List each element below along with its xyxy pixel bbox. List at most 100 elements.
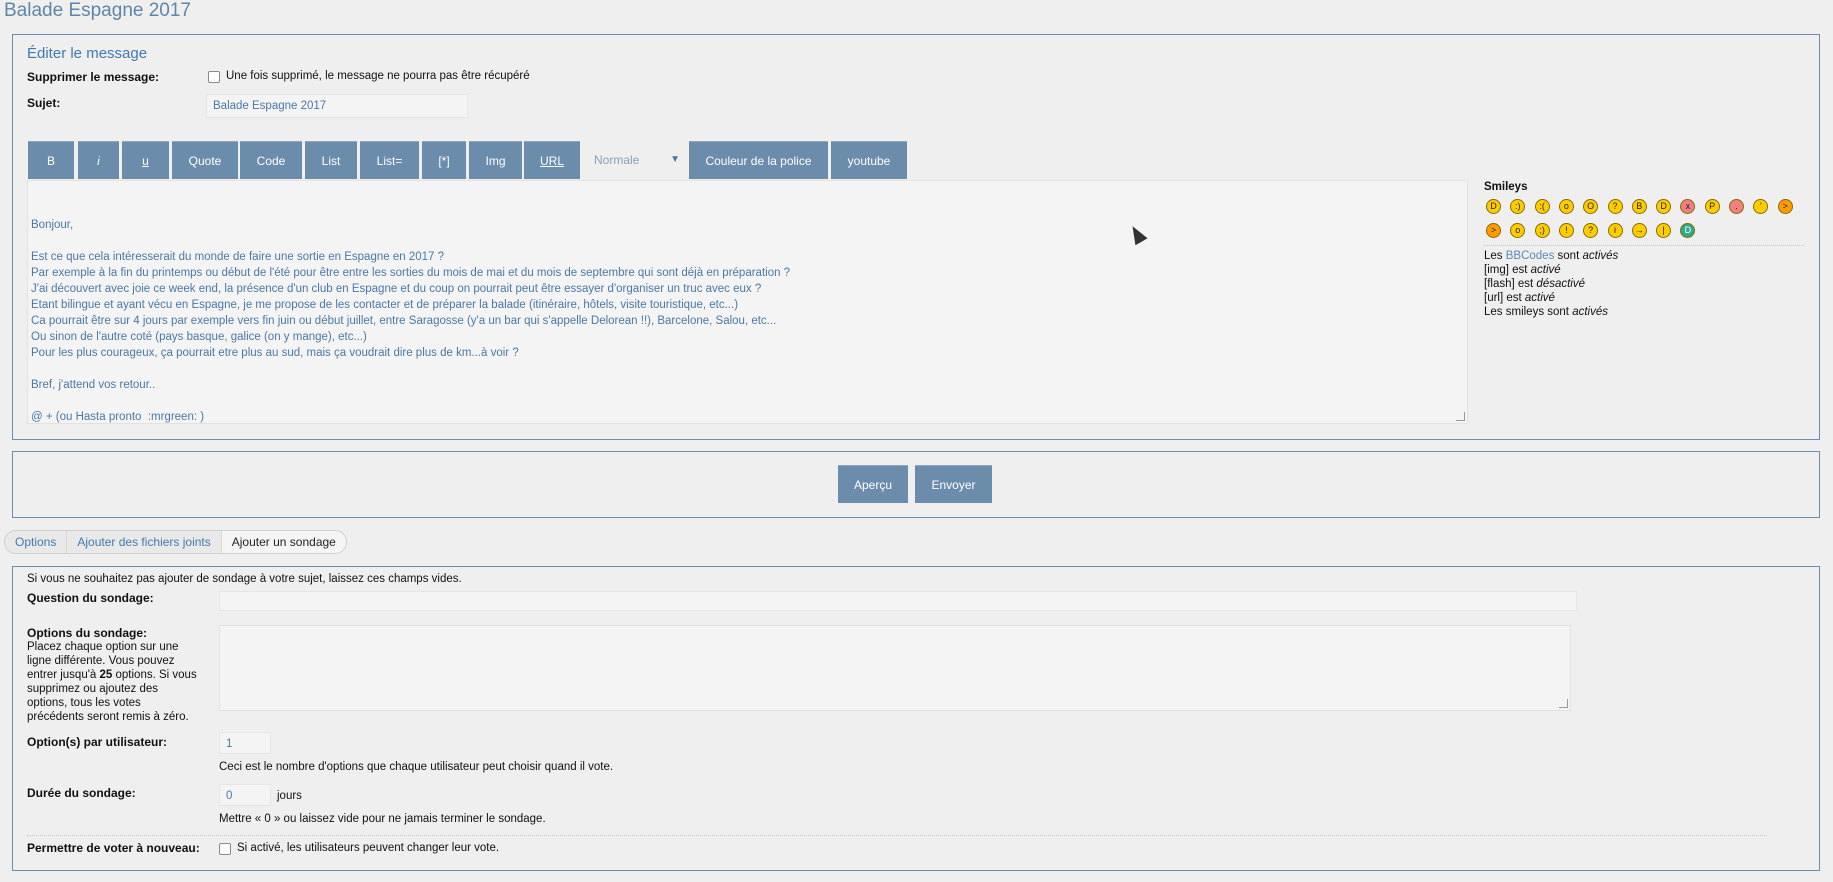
smileys-status-prefix: Les smileys sont: [1484, 306, 1573, 318]
message-line: @ + (ou Hasta pronto :mrgreen: ): [31, 411, 205, 423]
italic-button[interactable]: i: [78, 141, 119, 179]
laughing-smiley-icon[interactable]: D: [1656, 199, 1672, 214]
code-button[interactable]: Code: [240, 141, 302, 179]
divider: [27, 835, 1767, 836]
font-size-select[interactable]: Normale ▼: [582, 141, 686, 179]
smileys-title: Smileys: [1484, 181, 1528, 193]
subject-input[interactable]: Balade Espagne 2017: [206, 94, 468, 118]
poll-options-help-line: ligne différente. Vous pouvez: [27, 655, 175, 667]
delete-message-checkbox[interactable]: [208, 71, 220, 83]
arrow-smiley-icon[interactable]: →: [1631, 223, 1647, 238]
confused-smiley-icon[interactable]: ?: [1607, 199, 1623, 214]
message-line: Est ce que cela intéresserait du monde d…: [31, 251, 444, 263]
flash-status: [flash] est désactivé: [1484, 278, 1585, 290]
poll-duration-label: Durée du sondage:: [27, 786, 136, 800]
list-numbered-button[interactable]: List=: [360, 141, 419, 179]
neutral-smiley-icon[interactable]: |: [1656, 223, 1672, 238]
bbcodes-link[interactable]: BBCodes: [1506, 250, 1555, 262]
poll-options-help: Placez chaque option sur une ligne diffé…: [27, 640, 217, 724]
smileys-status: Les smileys sont activés: [1484, 306, 1608, 318]
options-per-user-help: Ceci est le nombre d'options que chaque …: [219, 761, 614, 773]
message-line: [31, 233, 1464, 249]
bbcode-suffix: sont: [1554, 250, 1583, 262]
poll-options-help-line: entrer jusqu'à 25 options. Si vous: [27, 668, 217, 682]
shocked-smiley-icon[interactable]: O: [1583, 199, 1599, 214]
bold-button[interactable]: B: [28, 141, 74, 179]
poll-panel: Si vous ne souhaitez pas ajouter de sond…: [12, 566, 1820, 871]
smileys-panel: D:):(o O? B Dx P. ' > > o;)!? i → | D: [1484, 197, 1814, 241]
youtube-button[interactable]: youtube: [831, 141, 907, 179]
poll-question-input[interactable]: [219, 591, 1577, 611]
underline-button[interactable]: u: [122, 141, 169, 179]
cool-smiley-icon[interactable]: B: [1631, 199, 1647, 214]
list-button[interactable]: List: [305, 141, 357, 179]
poll-duration-input[interactable]: 0: [219, 784, 271, 806]
revote-help: Si activé, les utilisateurs peuvent chan…: [237, 842, 500, 854]
crying-smiley-icon[interactable]: ': [1753, 199, 1769, 214]
message-line: J'ai découvert avec joie ce week end, la…: [31, 283, 762, 295]
wink-smiley-icon[interactable]: ;): [1534, 223, 1550, 238]
idea-smiley-icon[interactable]: i: [1607, 223, 1623, 238]
poll-duration-unit: jours: [277, 790, 302, 802]
revote-checkbox[interactable]: [219, 843, 231, 855]
edit-message-panel: Éditer le message Supprimer le message: …: [12, 34, 1820, 440]
poll-question-label: Question du sondage:: [27, 591, 154, 605]
font-color-button[interactable]: Couleur de la police: [689, 141, 828, 179]
list-item-button[interactable]: [*]: [422, 141, 466, 179]
mr-green-smiley-icon[interactable]: D: [1680, 223, 1696, 238]
options-per-user-input[interactable]: 1: [219, 732, 271, 754]
help-text: entrer jusqu'à: [27, 669, 100, 681]
panel-title: Éditer le message: [27, 45, 148, 62]
send-button[interactable]: Envoyer: [915, 465, 992, 503]
poll-intro: Si vous ne souhaitez pas ajouter de sond…: [27, 573, 462, 585]
delete-message-label: Supprimer le message:: [27, 70, 160, 84]
bbcode-prefix: Les: [1484, 250, 1506, 262]
sad-smiley-icon[interactable]: :(: [1534, 199, 1550, 214]
preview-button[interactable]: Aperçu: [838, 465, 908, 503]
img-status-state: activé: [1530, 264, 1561, 276]
message-line: Pour les plus courageux, ça pourrait etr…: [31, 347, 519, 359]
poll-options-help-line: supprimez ou ajoutez des: [27, 683, 159, 695]
embarrassed-smiley-icon[interactable]: .: [1729, 199, 1744, 214]
img-status-prefix: [img] est: [1484, 264, 1531, 276]
img-button[interactable]: Img: [469, 141, 522, 179]
poll-options-help-line: options, tous les votes: [27, 697, 141, 709]
poll-options-textarea[interactable]: [219, 625, 1571, 711]
message-textarea[interactable]: Bonjour, Est ce que cela intéresserait d…: [27, 180, 1468, 424]
options-per-user-label: Option(s) par utilisateur:: [27, 735, 168, 749]
very-happy-smiley-icon[interactable]: D: [1486, 199, 1501, 214]
bbcode-state: activés: [1582, 250, 1619, 262]
tab-attachments[interactable]: Ajouter des fichiers joints: [67, 531, 222, 553]
chevron-down-icon: ▼: [670, 154, 680, 165]
message-line: Ca pourrait être sur 4 jours par exemple…: [31, 315, 777, 327]
message-line: Par exemple à la fin du printemps ou déb…: [31, 267, 791, 279]
help-text: options. Si vous: [112, 669, 197, 681]
smileys-status-state: activés: [1572, 306, 1608, 318]
revote-label: Permettre de voter à nouveau:: [27, 841, 200, 855]
evil-smiley-icon[interactable]: >: [1777, 199, 1793, 214]
poll-options-help-line: Placez chaque option sur une: [27, 641, 179, 653]
exclaim-smiley-icon[interactable]: !: [1558, 223, 1574, 238]
rolling-eyes-smiley-icon[interactable]: o: [1510, 223, 1526, 238]
smile-smiley-icon[interactable]: :): [1510, 199, 1526, 214]
tab-options[interactable]: Options: [5, 531, 68, 553]
tab-poll[interactable]: Ajouter un sondage: [221, 531, 346, 553]
url-status-state: activé: [1524, 292, 1555, 304]
message-line: Ou sinon de l'autre coté (pays basque, g…: [31, 331, 367, 343]
surprised-smiley-icon[interactable]: o: [1558, 199, 1574, 214]
poll-options-help-line: précédents seront remis à zéro.: [27, 711, 189, 723]
message-line: Bonjour,: [31, 219, 74, 231]
quote-button[interactable]: Quote: [172, 141, 238, 179]
url-button[interactable]: URL: [524, 141, 580, 179]
flash-status-state: désactivé: [1536, 278, 1586, 290]
max-options-count: 25: [99, 669, 113, 681]
resize-handle[interactable]: [1456, 412, 1465, 421]
message-line: [31, 393, 1464, 409]
twisted-evil-smiley-icon[interactable]: >: [1486, 223, 1501, 238]
resize-handle[interactable]: [1559, 699, 1568, 708]
razz-smiley-icon[interactable]: P: [1704, 199, 1720, 214]
form-tabs: Options Ajouter des fichiers joints Ajou…: [4, 530, 347, 554]
question-smiley-icon[interactable]: ?: [1583, 223, 1599, 238]
mad-smiley-icon[interactable]: x: [1680, 199, 1696, 214]
delete-message-hint: Une fois supprimé, le message ne pourra …: [226, 70, 530, 82]
